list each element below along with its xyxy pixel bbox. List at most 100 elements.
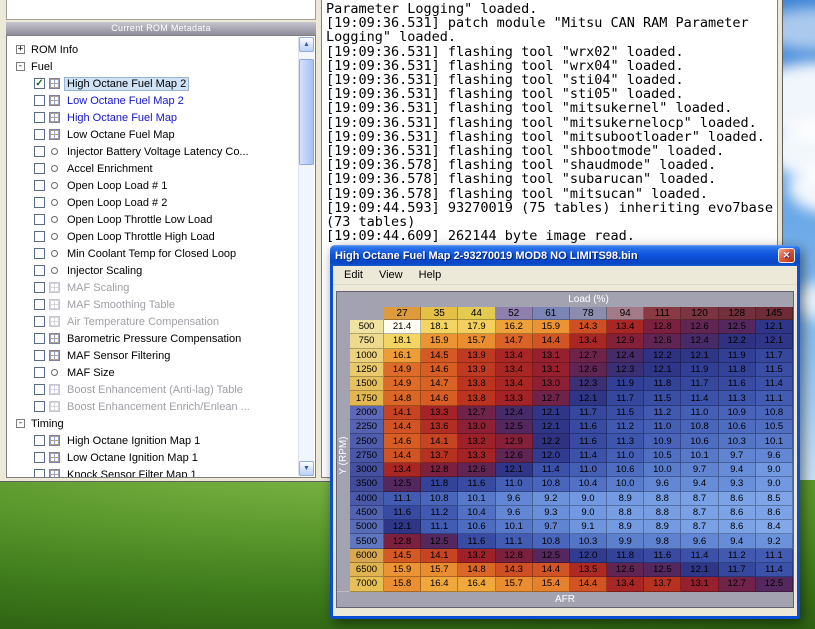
map-cell[interactable]: 10.8: [756, 406, 793, 420]
map-cell[interactable]: 13.0: [533, 377, 570, 391]
map-cell[interactable]: 15.9: [533, 320, 570, 334]
tree-item[interactable]: Low Octane Ignition Map 1: [7, 449, 298, 466]
map-cell[interactable]: 12.1: [681, 349, 718, 363]
checkbox[interactable]: [34, 435, 45, 446]
column-header[interactable]: 128: [719, 307, 756, 320]
map-cell[interactable]: 9.0: [570, 506, 607, 520]
map-cell[interactable]: 15.8: [384, 577, 421, 591]
map-cell[interactable]: 15.9: [384, 563, 421, 577]
map-cell[interactable]: 10.1: [458, 492, 495, 506]
collapse-icon[interactable]: -: [16, 62, 25, 71]
tree-item[interactable]: ✓High Octane Fuel Map 2: [7, 75, 298, 92]
map-cell[interactable]: 15.4: [533, 577, 570, 591]
map-cell[interactable]: 15.7: [421, 563, 458, 577]
column-header[interactable]: 44: [458, 307, 495, 320]
map-cell[interactable]: 12.3: [570, 377, 607, 391]
map-cell[interactable]: 12.1: [570, 391, 607, 405]
map-cell[interactable]: 11.9: [607, 377, 644, 391]
map-cell[interactable]: 12.7: [458, 406, 495, 420]
map-cell[interactable]: 12.9: [607, 334, 644, 348]
map-cell[interactable]: 12.2: [719, 334, 756, 348]
collapse-icon[interactable]: -: [16, 419, 25, 428]
map-cell[interactable]: 12.1: [681, 563, 718, 577]
map-cell[interactable]: 14.6: [384, 434, 421, 448]
tree-item[interactable]: Low Octane Fuel Map 2: [7, 92, 298, 109]
map-cell[interactable]: 8.9: [607, 520, 644, 534]
map-cell[interactable]: 13.9: [458, 349, 495, 363]
map-cell[interactable]: 11.1: [421, 520, 458, 534]
column-header[interactable]: 52: [496, 307, 533, 320]
tree-item[interactable]: High Octane Ignition Map 1: [7, 432, 298, 449]
checkbox[interactable]: [34, 452, 45, 463]
map-cell[interactable]: 9.6: [496, 492, 533, 506]
map-cell[interactable]: 13.2: [458, 549, 495, 563]
map-cell[interactable]: 8.6: [719, 520, 756, 534]
tree-group[interactable]: +ROM Info: [7, 41, 298, 58]
column-header[interactable]: 61: [533, 307, 570, 320]
map-cell[interactable]: 8.6: [719, 506, 756, 520]
map-cell[interactable]: 14.1: [384, 406, 421, 420]
map-cell[interactable]: 11.2: [607, 420, 644, 434]
map-cell[interactable]: 12.4: [681, 334, 718, 348]
checkbox[interactable]: [34, 469, 45, 477]
expand-icon[interactable]: +: [16, 45, 25, 54]
map-cell[interactable]: 14.4: [384, 420, 421, 434]
map-cell[interactable]: 13.4: [607, 320, 644, 334]
map-cell[interactable]: 12.6: [644, 334, 681, 348]
map-cell[interactable]: 12.3: [607, 363, 644, 377]
map-cell[interactable]: 11.9: [719, 349, 756, 363]
map-cell[interactable]: 11.1: [756, 391, 793, 405]
row-header[interactable]: 2750: [350, 449, 384, 463]
map-cell[interactable]: 10.6: [458, 520, 495, 534]
map-cell[interactable]: 11.8: [607, 549, 644, 563]
map-cell[interactable]: 13.4: [496, 377, 533, 391]
map-cell[interactable]: 9.3: [533, 506, 570, 520]
row-header[interactable]: 5500: [350, 534, 384, 548]
map-cell[interactable]: 14.4: [533, 334, 570, 348]
map-cell[interactable]: 12.7: [533, 391, 570, 405]
map-cell[interactable]: 11.6: [644, 549, 681, 563]
map-cell[interactable]: 12.5: [384, 477, 421, 491]
map-cell[interactable]: 11.2: [644, 406, 681, 420]
tree-item[interactable]: Boost Enhancement Enrich/Enlean ...: [7, 398, 298, 415]
map-cell[interactable]: 11.1: [496, 534, 533, 548]
tree-item[interactable]: Boost Enhancement (Anti-lag) Table: [7, 381, 298, 398]
map-cell[interactable]: 8.5: [756, 492, 793, 506]
map-cell[interactable]: 11.6: [384, 506, 421, 520]
tree-item[interactable]: High Octane Fuel Map: [7, 109, 298, 126]
map-cell[interactable]: 12.4: [496, 406, 533, 420]
map-cell[interactable]: 12.4: [607, 349, 644, 363]
checkbox[interactable]: [34, 282, 45, 293]
column-header[interactable]: 35: [421, 307, 458, 320]
row-header[interactable]: 5000: [350, 520, 384, 534]
map-cell[interactable]: 13.3: [458, 449, 495, 463]
map-cell[interactable]: 11.1: [756, 549, 793, 563]
map-cell[interactable]: 14.1: [421, 549, 458, 563]
map-cell[interactable]: 11.6: [570, 420, 607, 434]
map-cell[interactable]: 14.1: [421, 434, 458, 448]
map-cell[interactable]: 11.8: [644, 377, 681, 391]
map-cell[interactable]: 14.4: [384, 449, 421, 463]
map-cell[interactable]: 12.7: [570, 349, 607, 363]
row-header[interactable]: 4500: [350, 506, 384, 520]
map-cell[interactable]: 10.3: [719, 434, 756, 448]
map-cell[interactable]: 9.4: [681, 477, 718, 491]
row-header[interactable]: 500: [350, 320, 384, 334]
map-cell[interactable]: 12.6: [458, 463, 495, 477]
map-cell[interactable]: 11.5: [607, 406, 644, 420]
map-cell[interactable]: 13.3: [421, 406, 458, 420]
column-header[interactable]: 145: [756, 307, 793, 320]
map-cell[interactable]: 9.3: [719, 477, 756, 491]
map-cell[interactable]: 11.7: [607, 391, 644, 405]
map-cell[interactable]: 18.1: [421, 320, 458, 334]
map-cell[interactable]: 8.9: [644, 520, 681, 534]
scroll-up-icon[interactable]: ▲: [299, 37, 314, 52]
map-cell[interactable]: 14.3: [496, 563, 533, 577]
map-cell[interactable]: 15.9: [421, 334, 458, 348]
map-cell[interactable]: 11.5: [756, 363, 793, 377]
map-cell[interactable]: 12.5: [421, 534, 458, 548]
map-cell[interactable]: 11.4: [756, 563, 793, 577]
map-cell[interactable]: 9.0: [756, 477, 793, 491]
map-cell[interactable]: 9.7: [533, 520, 570, 534]
map-cell[interactable]: 11.8: [719, 363, 756, 377]
